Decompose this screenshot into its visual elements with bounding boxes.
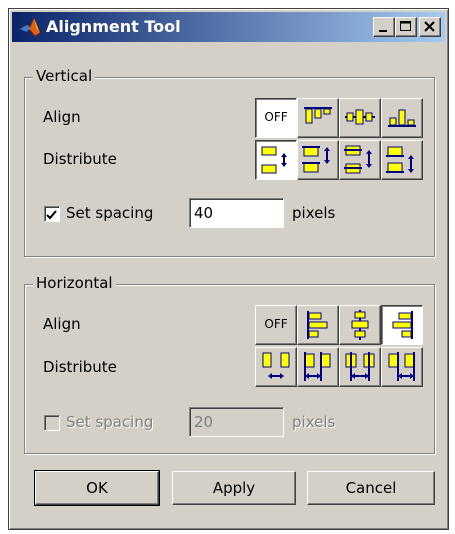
vertical-distribute-center-button[interactable] xyxy=(339,140,381,180)
off-label: OFF xyxy=(264,110,288,124)
vertical-distribute-bottom-button[interactable] xyxy=(381,140,423,180)
horizontal-align-center-button[interactable] xyxy=(339,305,381,345)
off-label: OFF xyxy=(264,317,288,331)
horizontal-spacing-input[interactable]: 20 xyxy=(189,407,284,437)
vertical-group: Vertical Align Distribute OFF Set spacin… xyxy=(24,67,435,257)
align-center-icon xyxy=(351,310,369,340)
horizontal-distribute-left-button[interactable] xyxy=(297,347,339,387)
horizontal-set-spacing-label: Set spacing xyxy=(66,413,154,431)
distribute-right-icon xyxy=(388,352,415,381)
distribute-center-icon xyxy=(345,352,375,381)
title-bar[interactable]: Alignment Tool xyxy=(12,12,445,42)
align-middle-icon xyxy=(345,109,375,125)
align-bottom-icon xyxy=(388,109,416,127)
horizontal-group-label: Horizontal xyxy=(33,274,116,292)
horizontal-align-right-button[interactable] xyxy=(381,305,423,345)
window-title: Alignment Tool xyxy=(46,17,181,36)
vertical-distribute-label: Distribute xyxy=(43,150,117,168)
vertical-align-top-button[interactable] xyxy=(297,98,339,138)
vertical-group-label: Vertical xyxy=(33,67,96,85)
align-left-icon xyxy=(307,311,328,339)
maximize-button[interactable] xyxy=(395,17,417,37)
cancel-button[interactable]: Cancel xyxy=(307,471,435,505)
vertical-align-label: Align xyxy=(43,108,81,126)
alignment-tool-window: Alignment Tool Vertical Align Distribute… xyxy=(8,8,449,530)
vertical-set-spacing-checkbox[interactable] xyxy=(44,206,60,222)
horizontal-distribute-spacing-button[interactable] xyxy=(255,347,297,387)
horizontal-distribute-label: Distribute xyxy=(43,358,117,376)
horizontal-pixels-unit: pixels xyxy=(292,413,336,431)
horizontal-set-spacing-checkbox[interactable] xyxy=(44,415,60,431)
align-top-icon xyxy=(304,107,332,124)
distribute-left-icon xyxy=(304,352,331,381)
distribute-top-icon xyxy=(302,146,330,173)
maximize-icon xyxy=(400,21,411,31)
vertical-align-bottom-button[interactable] xyxy=(381,98,423,138)
checkmark-icon xyxy=(46,210,57,220)
align-right-icon xyxy=(392,311,413,339)
close-button[interactable] xyxy=(419,17,441,37)
vertical-pixels-unit: pixels xyxy=(292,204,336,222)
distribute-bottom-icon xyxy=(386,146,414,173)
matlab-logo-icon xyxy=(19,16,41,37)
horizontal-align-off-button[interactable]: OFF xyxy=(255,305,297,345)
vertical-set-spacing-label: Set spacing xyxy=(66,204,154,222)
minimize-icon xyxy=(379,30,387,32)
horizontal-align-label: Align xyxy=(43,315,81,333)
vertical-spacing-input[interactable]: 40 xyxy=(189,198,284,228)
close-icon xyxy=(424,21,435,32)
vertical-distribute-spacing-button[interactable] xyxy=(255,140,297,180)
distribute-spacing-icon xyxy=(261,146,287,174)
horizontal-distribute-right-button[interactable] xyxy=(381,347,423,387)
distribute-spacing-icon xyxy=(262,352,290,379)
apply-button[interactable]: Apply xyxy=(172,471,296,505)
ok-button[interactable]: OK xyxy=(34,470,160,506)
horizontal-distribute-center-button[interactable] xyxy=(339,347,381,387)
horizontal-group: Horizontal Align Distribute OFF Set spac… xyxy=(24,274,435,454)
distribute-center-icon xyxy=(344,145,372,174)
vertical-align-middle-button[interactable] xyxy=(339,98,381,138)
horizontal-align-left-button[interactable] xyxy=(297,305,339,345)
vertical-distribute-top-button[interactable] xyxy=(297,140,339,180)
vertical-align-off-button[interactable]: OFF xyxy=(255,98,297,138)
minimize-button[interactable] xyxy=(373,17,395,37)
